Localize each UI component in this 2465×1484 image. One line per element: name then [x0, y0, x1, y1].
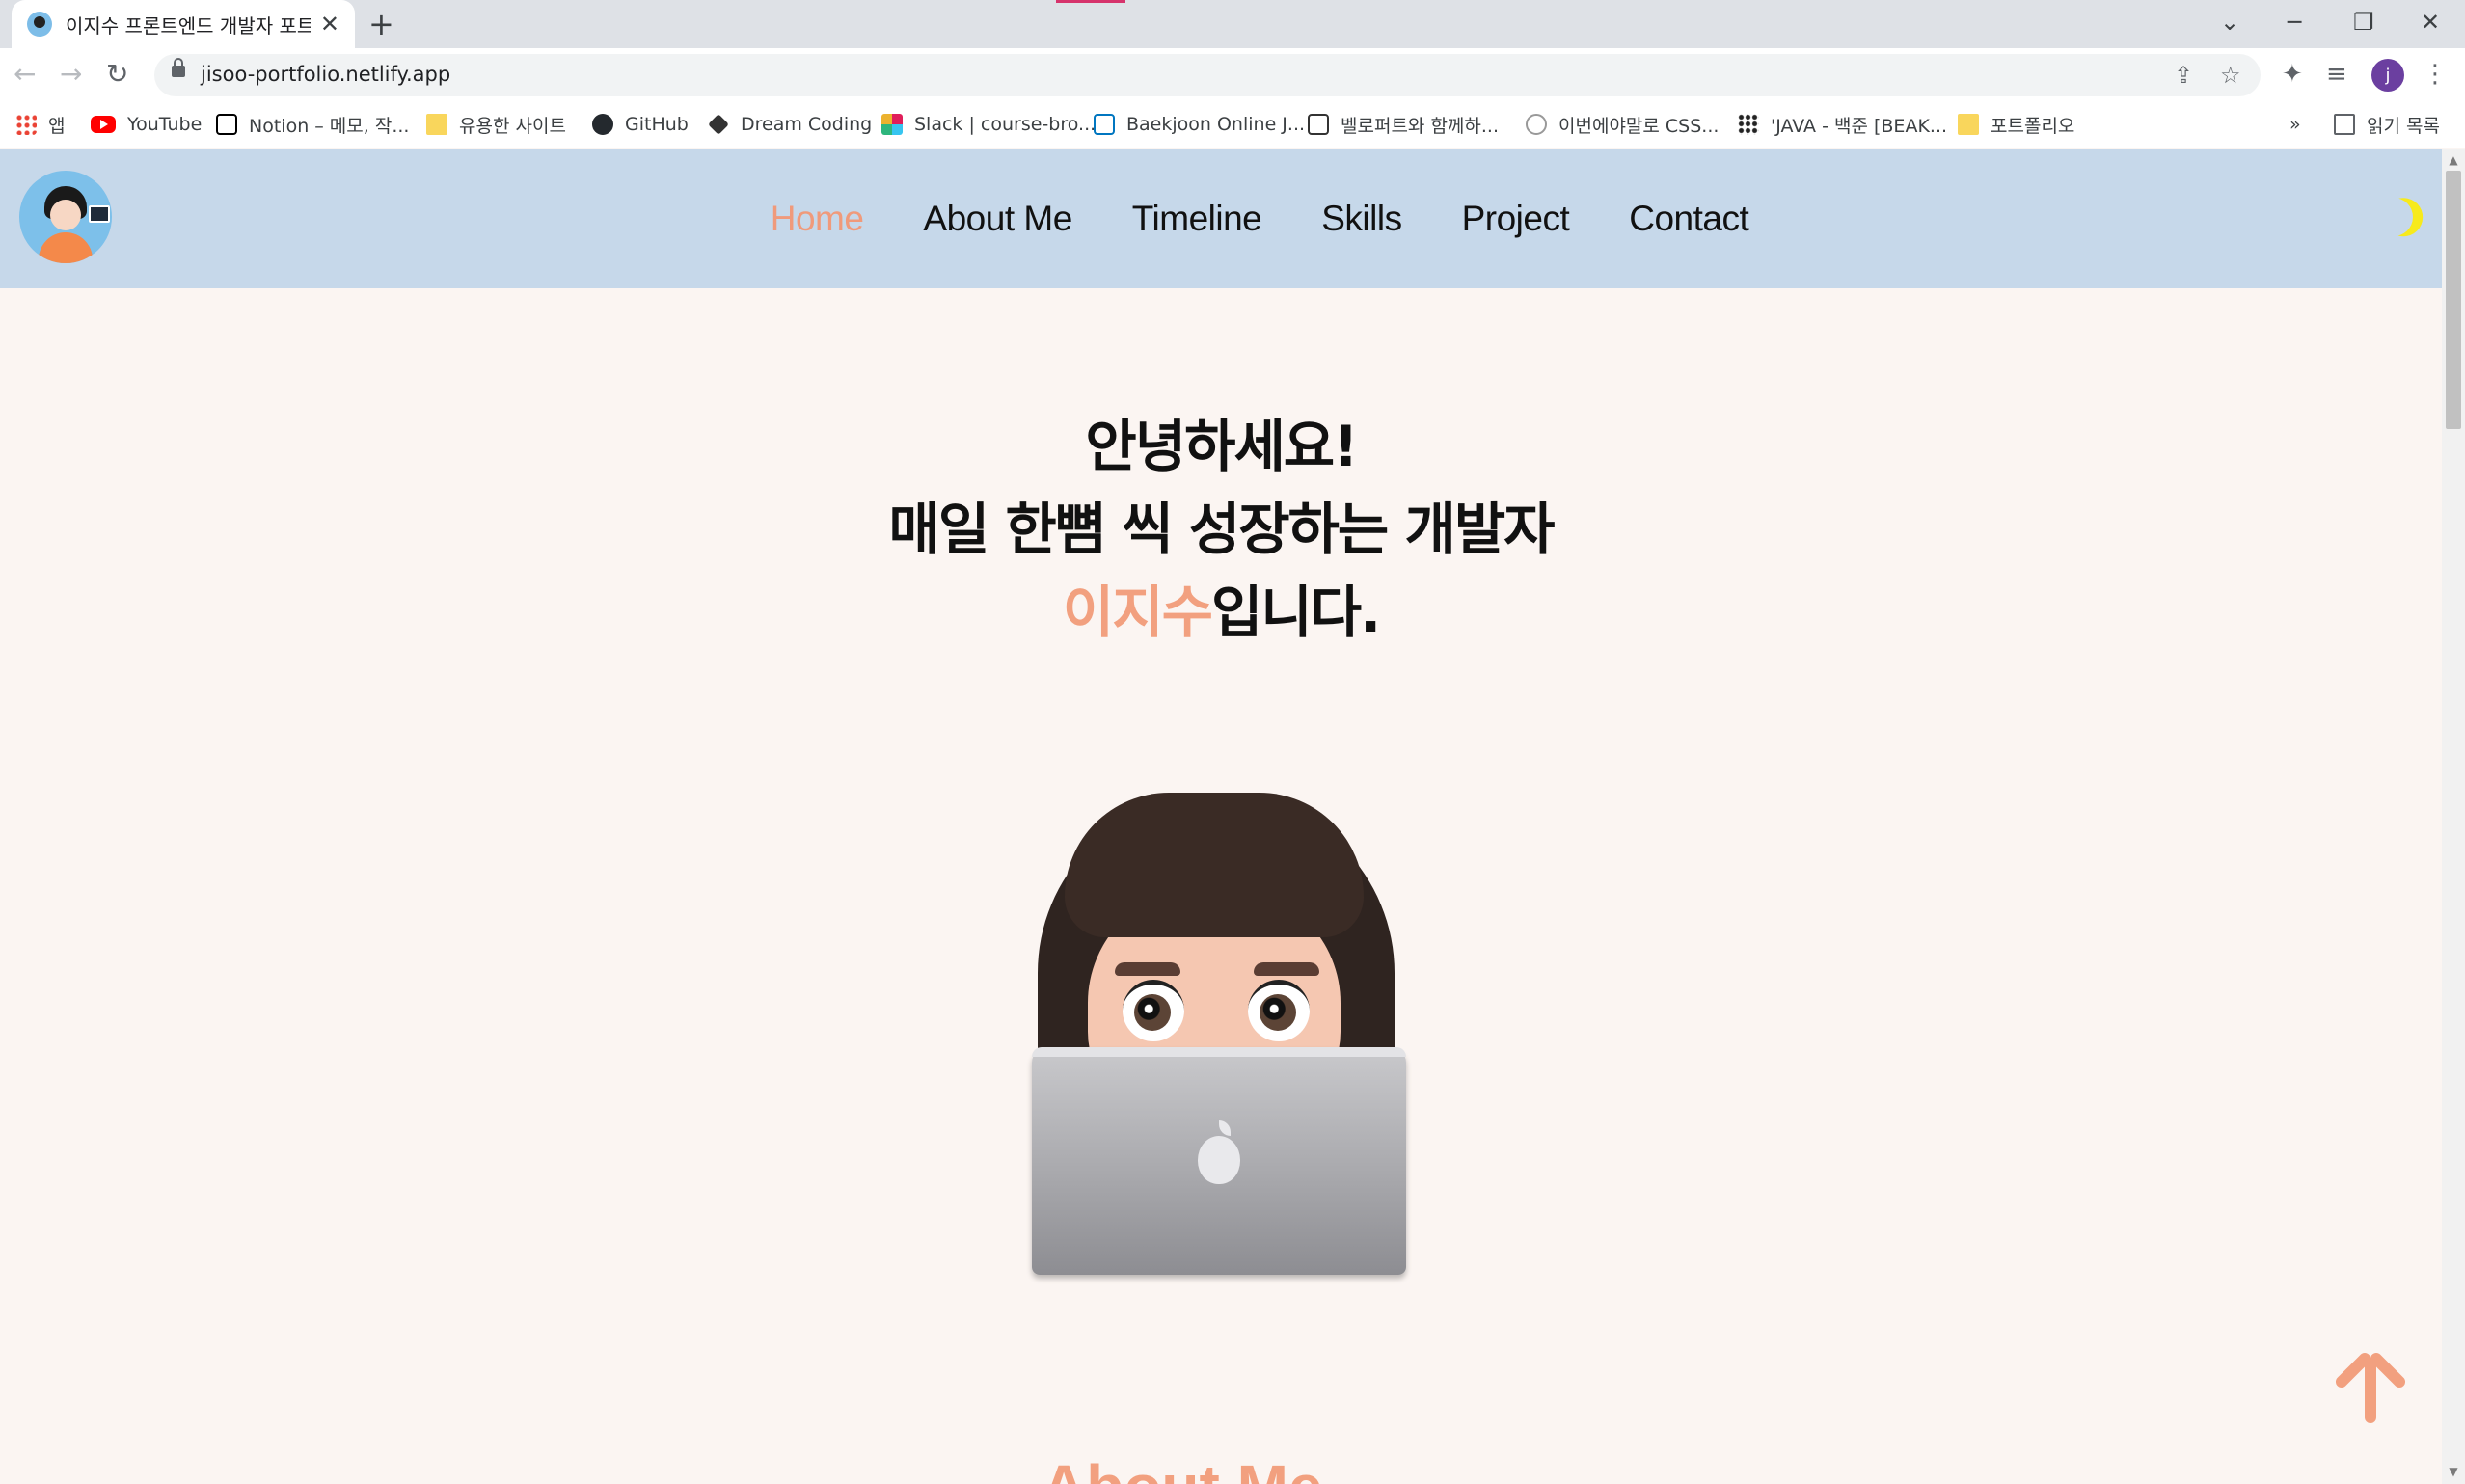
bookmark-label: Dream Coding: [741, 114, 873, 135]
bookmark-youtube[interactable]: YouTube: [91, 102, 202, 147]
bookmark-label: 'JAVA - 백준 [BEAK...: [1771, 115, 1948, 137]
bookmark-slack[interactable]: Slack | course-bro...: [881, 102, 1096, 147]
reading-list-button[interactable]: 읽기 목록: [2334, 102, 2440, 147]
minimize-icon[interactable]: ─: [2288, 6, 2301, 39]
hero-line-2: 매일 한뼘 씩 성장하는 개발자: [888, 497, 1555, 562]
address-bar[interactable]: jisoo-portfolio.netlify.app ⇪ ☆: [154, 54, 2261, 96]
bookmark-github[interactable]: GitHub: [592, 102, 689, 147]
memoji-eyebrow: [1115, 962, 1180, 976]
reading-list-label: 읽기 목록: [2367, 115, 2440, 137]
bookmark-label: 앱: [48, 115, 66, 137]
close-window-icon[interactable]: ✕: [2421, 6, 2440, 39]
bookmark-label: 유용한 사이트: [459, 115, 566, 137]
bookmark-useful-sites[interactable]: 유용한 사이트: [426, 102, 566, 147]
apple-logo-icon: [1198, 1120, 1240, 1184]
nav-project[interactable]: Project: [1462, 199, 1570, 239]
share-icon[interactable]: ⇪: [2174, 60, 2193, 91]
bookmark-label: YouTube: [127, 114, 203, 135]
bookmark-notion[interactable]: Notion – 메모, 작...: [216, 102, 409, 147]
hero-greeting: 안녕하세요! 매일 한뼘 씩 성장하는 개발자 이지수입니다.: [0, 405, 2442, 654]
nav-home[interactable]: Home: [771, 199, 864, 239]
profile-avatar[interactable]: j: [2371, 59, 2404, 92]
bookmark-velopert[interactable]: 벨로퍼트와 함께하...: [1308, 102, 1499, 147]
reload-icon[interactable]: ↻: [106, 58, 128, 91]
youtube-icon: [91, 116, 116, 133]
forward-arrow-icon[interactable]: →: [60, 58, 82, 91]
bookmark-baekjoon[interactable]: Baekjoon Online J...: [1094, 102, 1305, 147]
scroll-down-icon[interactable]: ▼: [2442, 1465, 2465, 1478]
browser-tab[interactable]: 이지수 프론트엔드 개발자 포트폴리오 ✕: [12, 0, 355, 48]
bookmark-apps[interactable]: 앱: [15, 102, 65, 147]
hero-line-3: 이지수입니다.: [0, 571, 2442, 654]
site-navbar: Home About Me Timeline Skills Project Co…: [0, 149, 2442, 288]
nav-contact[interactable]: Contact: [1629, 199, 1749, 239]
page-scrollbar[interactable]: ▲ ▼: [2442, 149, 2465, 1484]
scrollbar-thumb[interactable]: [2446, 171, 2461, 429]
bookmarks-bar: 앱 YouTube Notion – 메모, 작... 유용한 사이트 GitH…: [0, 102, 2465, 148]
extensions-puzzle-icon[interactable]: ✦: [2282, 58, 2303, 91]
bookmark-java-baekjoon[interactable]: 'JAVA - 백준 [BEAK...: [1738, 102, 1947, 147]
url-text[interactable]: jisoo-portfolio.netlify.app: [201, 63, 450, 86]
folder-icon: [426, 114, 447, 135]
bookmark-portfolio[interactable]: 포트폴리오: [1958, 102, 2074, 147]
github-icon: [592, 114, 613, 135]
tab-title: 이지수 프론트엔드 개발자 포트폴리오: [66, 13, 311, 38]
nav-timeline[interactable]: Timeline: [1132, 199, 1262, 239]
chrome-menu-icon[interactable]: ⋮: [2423, 58, 2448, 91]
browser-toolbar: ← → ↻ jisoo-portfolio.netlify.app ⇪ ☆ ✦ …: [0, 48, 2465, 102]
bookmark-label: Notion – 메모, 작...: [249, 115, 410, 137]
bookmark-label: Baekjoon Online J...: [1126, 114, 1306, 135]
restore-icon[interactable]: ❐: [2353, 6, 2374, 39]
lock-icon[interactable]: [172, 58, 185, 77]
tab-group-indicator: [1056, 0, 1125, 3]
memoji-eye: [1248, 980, 1310, 1041]
nav-about-me[interactable]: About Me: [923, 199, 1072, 239]
bookmark-label: GitHub: [625, 114, 689, 135]
folder-icon: [1958, 114, 1979, 135]
book-icon: [1308, 114, 1329, 135]
new-tab-icon[interactable]: +: [368, 8, 394, 40]
back-arrow-icon[interactable]: ←: [14, 58, 36, 91]
bookmark-label: 벨로퍼트와 함께하...: [1341, 115, 1499, 137]
memoji-eyebrow: [1254, 962, 1319, 976]
nav-menu: Home About Me Timeline Skills Project Co…: [0, 149, 2442, 288]
hero-suffix: 입니다.: [1210, 580, 1381, 645]
bookmark-dream-coding[interactable]: Dream Coding: [708, 102, 872, 147]
slack-icon: [881, 114, 903, 135]
memoji-laptop-illustration: [1026, 791, 1412, 1282]
reading-list-icon: [2334, 114, 2355, 135]
memoji-eye: [1123, 980, 1184, 1041]
dream-coding-icon: [708, 114, 729, 135]
memoji-hair-top: [1065, 793, 1364, 937]
baekjoon-icon: [1094, 114, 1115, 135]
media-queue-icon[interactable]: ≡: [2326, 58, 2347, 91]
about-me-section-title: About Me: [1042, 1456, 1323, 1484]
bookmark-css[interactable]: 이번에야말로 CSS...: [1526, 102, 1719, 147]
browser-tab-strip: 이지수 프론트엔드 개발자 포트폴리오 ✕ + ⌄ ─ ❐ ✕: [0, 0, 2465, 48]
css-icon: [1526, 114, 1547, 135]
bookmarks-overflow-button[interactable]: »: [2289, 102, 2301, 147]
tab-close-icon[interactable]: ✕: [320, 11, 339, 38]
scroll-up-icon[interactable]: ▲: [2442, 153, 2465, 167]
arrow-stem: [2365, 1358, 2376, 1423]
bookmark-label: Slack | course-bro...: [914, 114, 1097, 135]
hero-name: 이지수: [1062, 580, 1213, 645]
bookmark-label: 이번에야말로 CSS...: [1558, 115, 1720, 137]
tab-search-chevron-icon[interactable]: ⌄: [2220, 6, 2239, 39]
java-icon: [1738, 114, 1759, 135]
bookmark-label: 포트폴리오: [1991, 115, 2075, 137]
nav-skills[interactable]: Skills: [1321, 199, 1402, 239]
bookmark-star-icon[interactable]: ☆: [2220, 60, 2241, 91]
scroll-to-top-arrow-icon[interactable]: [2333, 1348, 2408, 1425]
laptop: [1032, 1047, 1406, 1275]
apps-grid-icon: [15, 114, 37, 135]
notion-icon: [216, 114, 237, 135]
hero-line-1: 안녕하세요!: [1085, 414, 1358, 479]
portfolio-favicon-icon: [27, 12, 52, 37]
